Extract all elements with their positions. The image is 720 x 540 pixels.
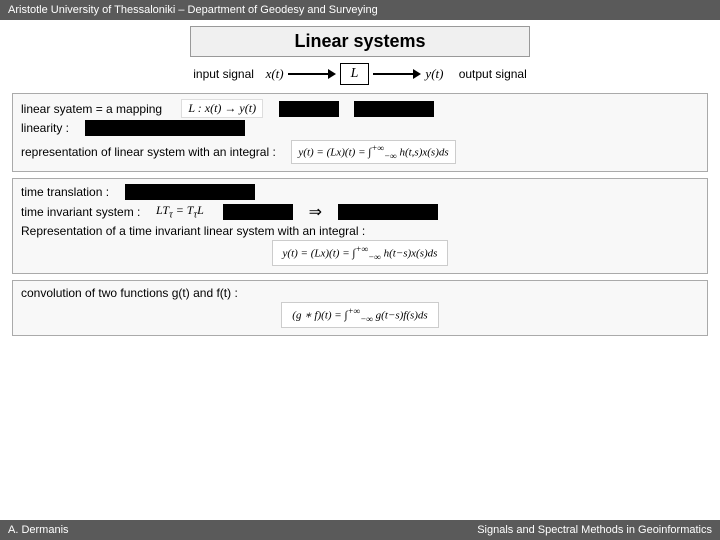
arrow-left bbox=[288, 69, 336, 79]
arrow-right bbox=[373, 69, 421, 79]
representation-invariant-label: Representation of a time invariant linea… bbox=[21, 224, 365, 238]
time-invariant-label: time invariant system : bbox=[21, 205, 140, 219]
header-bar: Aristotle University of Thessaloniki – D… bbox=[0, 0, 720, 20]
system-block: L bbox=[340, 63, 370, 85]
footer: A. Dermanis Signals and Spectral Methods… bbox=[0, 520, 720, 540]
redacted-ti-2 bbox=[338, 204, 438, 220]
linearity-label: linearity : bbox=[21, 121, 69, 135]
redacted-1 bbox=[279, 101, 339, 117]
convolution-label: convolution of two functions g(t) and f(… bbox=[21, 286, 238, 300]
representation-label: representation of linear system with an … bbox=[21, 145, 276, 159]
convolution-formula-container: (g ∗ f)(t) = ∫+∞−∞ g(t−s)f(s)ds bbox=[21, 302, 699, 328]
main-content: linear syatem = a mapping L : x(t) → y(t… bbox=[0, 93, 720, 336]
input-signal-label: input signal bbox=[193, 67, 254, 81]
header-label: Aristotle University of Thessaloniki – D… bbox=[8, 4, 378, 16]
representation-row: representation of linear system with an … bbox=[21, 140, 699, 164]
page-title: Linear systems bbox=[294, 31, 425, 51]
ltt-formula: LTτ = TτL bbox=[156, 203, 204, 220]
implies-symbol: ⇒ bbox=[309, 202, 322, 222]
integral-formula-1: y(t) = (Lx)(t) = ∫+∞−∞ h(t,s)x(s)ds bbox=[291, 140, 455, 164]
representation-invariant-row: Representation of a time invariant linea… bbox=[21, 224, 699, 238]
integral-formula-2: y(t) = (Lx)(t) = ∫+∞−∞ h(t−s)x(s)ds bbox=[272, 240, 449, 266]
redacted-2 bbox=[354, 101, 434, 117]
signal-xt: x(t) bbox=[266, 66, 284, 82]
mapping-formula: L : x(t) → y(t) bbox=[181, 99, 263, 118]
footer-right: Signals and Spectral Methods in Geoinfor… bbox=[477, 524, 712, 536]
section-linear-system: linear syatem = a mapping L : x(t) → y(t… bbox=[12, 93, 708, 172]
linear-system-row: linear syatem = a mapping L : x(t) → y(t… bbox=[21, 99, 699, 118]
time-translation-row: time translation : bbox=[21, 184, 699, 200]
section-time-invariant: time translation : time invariant system… bbox=[12, 178, 708, 274]
linearity-row: linearity : bbox=[21, 120, 699, 136]
signal-yt: y(t) bbox=[425, 66, 443, 82]
footer-left: A. Dermanis bbox=[8, 524, 69, 536]
title-box: Linear systems bbox=[190, 26, 530, 57]
output-signal-label: output signal bbox=[459, 67, 527, 81]
redacted-time-translation bbox=[125, 184, 255, 200]
signal-row: input signal x(t) L y(t) output signal bbox=[0, 63, 720, 85]
integral-formula-2-container: y(t) = (Lx)(t) = ∫+∞−∞ h(t−s)x(s)ds bbox=[21, 240, 699, 266]
redacted-ti-1 bbox=[223, 204, 293, 220]
convolution-formula: (g ∗ f)(t) = ∫+∞−∞ g(t−s)f(s)ds bbox=[281, 302, 438, 328]
time-translation-label: time translation : bbox=[21, 185, 109, 199]
time-invariant-row: time invariant system : LTτ = TτL ⇒ bbox=[21, 202, 699, 222]
redacted-linearity bbox=[85, 120, 245, 136]
section-convolution: convolution of two functions g(t) and f(… bbox=[12, 280, 708, 336]
convolution-row: convolution of two functions g(t) and f(… bbox=[21, 286, 699, 300]
linear-system-label: linear syatem = a mapping bbox=[21, 102, 162, 116]
